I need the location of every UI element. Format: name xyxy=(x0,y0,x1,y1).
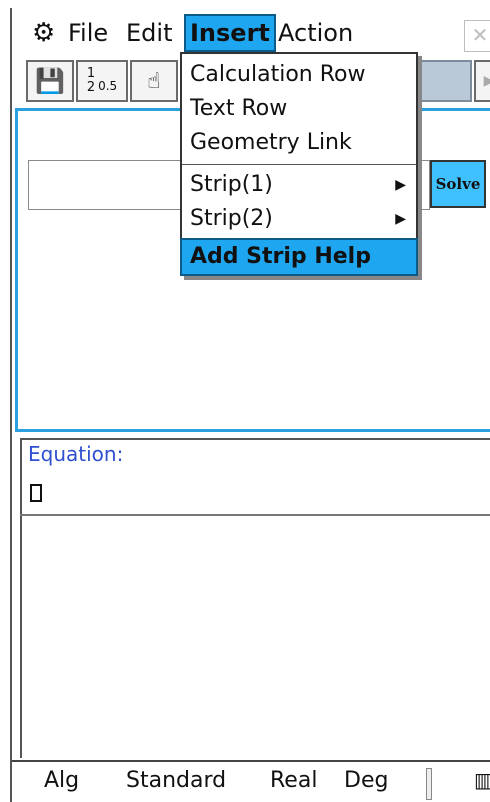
status-mode[interactable]: Alg xyxy=(44,768,79,793)
menu-bar: ⚙ File Edit Insert Action ✕ xyxy=(12,10,490,54)
insert-dropdown-menu: Calculation Row Text Row Geometry Link S… xyxy=(180,52,418,276)
menu-item-calculation-row[interactable]: Calculation Row xyxy=(182,58,416,92)
menu-item-strip-1[interactable]: Strip(1) ▶ xyxy=(182,168,416,202)
solve-button[interactable]: Solve xyxy=(430,160,486,208)
equation-label: Equation: xyxy=(28,442,124,466)
hand-pointer-icon: ☝ xyxy=(147,68,161,94)
close-icon[interactable]: ✕ xyxy=(464,20,490,52)
status-separator xyxy=(426,768,432,800)
fraction-decimal-toggle-button[interactable]: 1 2 0.5 xyxy=(76,60,128,102)
menu-insert[interactable]: Insert xyxy=(184,14,276,52)
menu-item-geometry-link[interactable]: Geometry Link xyxy=(182,126,416,160)
menu-item-text-row[interactable]: Text Row xyxy=(182,92,416,126)
menu-separator xyxy=(182,164,416,165)
menu-item-label: Strip(1) xyxy=(190,172,273,197)
menu-edit[interactable]: Edit xyxy=(122,16,176,50)
equation-divider xyxy=(20,514,490,516)
submenu-arrow-icon: ▶ xyxy=(395,211,406,227)
menu-separator xyxy=(182,238,416,239)
status-format[interactable]: Standard xyxy=(126,768,226,793)
pointer-hand-button[interactable]: ☝ xyxy=(130,60,178,102)
menu-item-add-strip-help[interactable]: Add Strip Help xyxy=(180,238,418,276)
settings-gear-icon[interactable]: ⚙ xyxy=(28,16,59,50)
menu-item-strip-2[interactable]: Strip(2) ▶ xyxy=(182,202,416,236)
toolbar-scroll-right-button[interactable]: ▶ xyxy=(474,60,490,102)
menu-file[interactable]: File xyxy=(64,16,112,50)
battery-icon: ▥ xyxy=(474,768,490,792)
input-cursor-box xyxy=(30,484,42,502)
save-button[interactable]: 💾 xyxy=(26,60,74,102)
arrow-right-icon: ▶ xyxy=(483,73,490,89)
submenu-arrow-icon: ▶ xyxy=(395,177,406,193)
save-icon: 💾 xyxy=(35,67,65,95)
menu-action[interactable]: Action xyxy=(274,16,357,50)
status-bar: Alg Standard Real Deg ▥ xyxy=(12,760,490,802)
fraction-icon: 1 2 xyxy=(86,66,96,95)
menu-item-label: Strip(2) xyxy=(190,206,273,231)
status-domain[interactable]: Real xyxy=(270,768,317,793)
equation-entry-line[interactable] xyxy=(20,470,490,514)
status-angle[interactable]: Deg xyxy=(344,768,388,793)
decimal-label: 0.5 xyxy=(98,79,118,93)
